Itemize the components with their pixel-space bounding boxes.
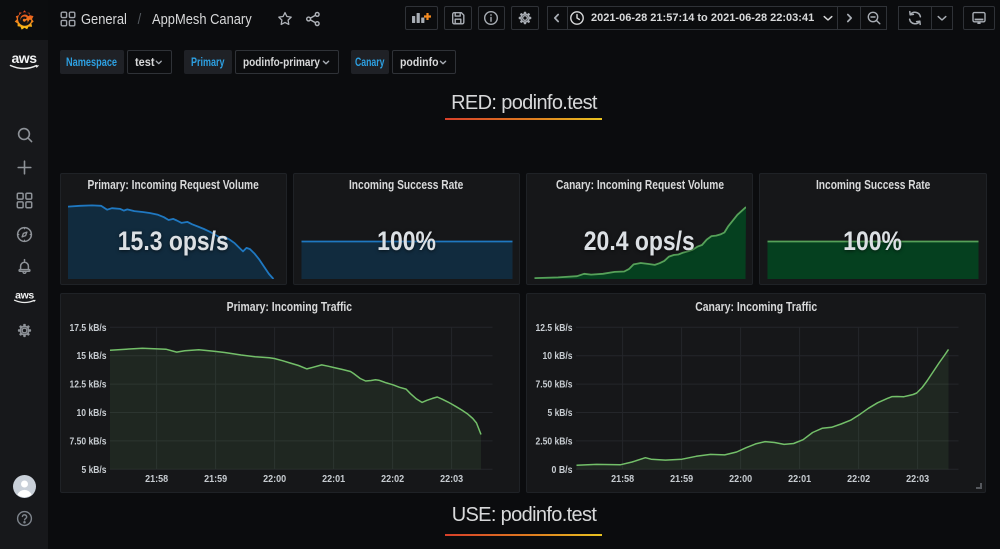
svg-text:0 B/s: 0 B/s xyxy=(551,463,572,475)
svg-text:22:02: 22:02 xyxy=(847,473,870,485)
svg-text:17.5 kB/s: 17.5 kB/s xyxy=(69,321,106,333)
svg-text:5 kB/s: 5 kB/s xyxy=(547,407,572,419)
svg-text:12.5 kB/s: 12.5 kB/s xyxy=(69,378,106,390)
svg-text:22:03: 22:03 xyxy=(906,473,929,485)
svg-text:22:03: 22:03 xyxy=(440,473,463,485)
svg-text:21:59: 21:59 xyxy=(670,473,693,485)
svg-text:22:00: 22:00 xyxy=(729,473,752,485)
svg-text:22:01: 22:01 xyxy=(322,473,345,485)
svg-text:2.50 kB/s: 2.50 kB/s xyxy=(535,435,572,447)
svg-text:22:02: 22:02 xyxy=(381,473,404,485)
svg-text:7.50 kB/s: 7.50 kB/s xyxy=(535,378,572,390)
svg-text:21:59: 21:59 xyxy=(204,473,227,485)
svg-text:21:58: 21:58 xyxy=(611,473,634,485)
svg-text:22:00: 22:00 xyxy=(263,473,286,485)
svg-text:7.50 kB/s: 7.50 kB/s xyxy=(69,435,106,447)
svg-text:15 kB/s: 15 kB/s xyxy=(76,350,106,362)
svg-text:10 kB/s: 10 kB/s xyxy=(76,407,106,419)
svg-text:10 kB/s: 10 kB/s xyxy=(542,350,572,362)
svg-text:5 kB/s: 5 kB/s xyxy=(81,463,106,475)
svg-text:21:58: 21:58 xyxy=(145,473,168,485)
svg-text:aws: aws xyxy=(15,290,34,302)
svg-text:22:01: 22:01 xyxy=(788,473,811,485)
svg-text:aws: aws xyxy=(12,50,38,66)
svg-text:12.5 kB/s: 12.5 kB/s xyxy=(535,321,572,333)
